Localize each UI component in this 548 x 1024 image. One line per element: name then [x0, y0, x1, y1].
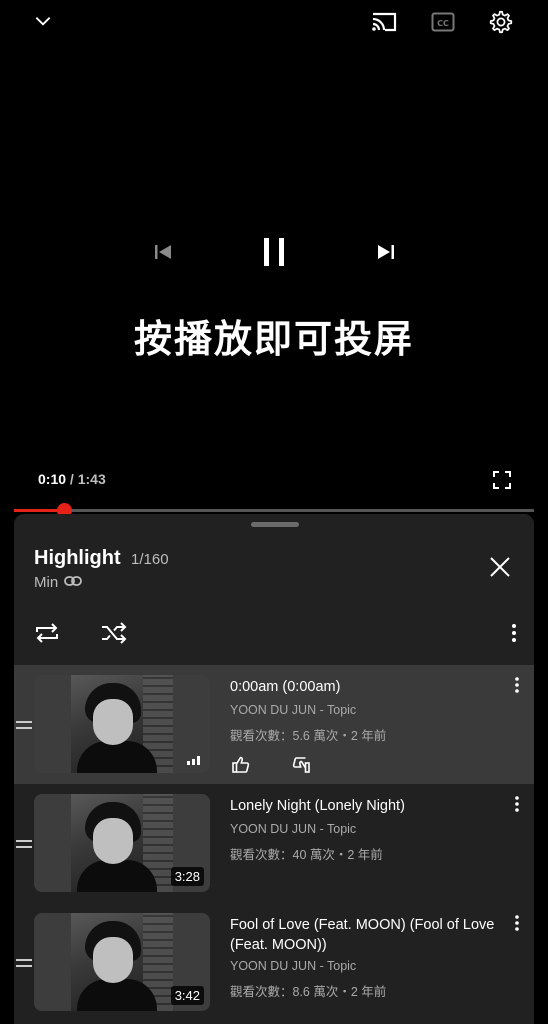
svg-text:CC: CC [437, 19, 449, 28]
fullscreen-icon[interactable] [490, 468, 514, 492]
duration-badge: 3:42 [170, 986, 204, 1005]
video-meta: 觀看次數：40 萬次・2 年前 [230, 848, 383, 862]
loop-icon[interactable] [32, 618, 62, 648]
video-thumbnail[interactable]: 3:42 [34, 913, 210, 1011]
current-time: 0:10 [38, 471, 67, 487]
playlist-position: 1/160 [131, 551, 169, 568]
playlist-item[interactable]: 3:28 Lonely Night (Lonely Night) YOON DU… [14, 784, 534, 903]
drag-reorder-icon[interactable] [16, 717, 32, 735]
dislike-icon[interactable] [290, 754, 312, 776]
drag-reorder-icon[interactable] [16, 955, 32, 973]
video-meta: 觀看次數：8.6 萬次・2 年前 [230, 985, 387, 999]
previous-icon[interactable] [150, 240, 176, 264]
duration-badge: 3:28 [170, 867, 204, 886]
video-channel: YOON DU JUN - Topic [230, 959, 357, 973]
thumbnail-image [71, 675, 173, 773]
cast-icon[interactable] [368, 8, 400, 36]
time-display: 0:10 / 1:43 [38, 471, 106, 487]
more-vert-icon[interactable] [514, 796, 520, 817]
cast-hint-text: 按播放即可投屏 [133, 317, 414, 361]
time-separator: / [66, 471, 78, 487]
playlist-item[interactable]: 0:00am (0:00am) YOON DU JUN - Topic 觀看次數… [14, 665, 534, 784]
playlist-panel: Highlight 1/160 Min 0:00am (0:00am) YOON… [14, 514, 534, 1024]
video-title[interactable]: 0:00am (0:00am) [230, 677, 512, 697]
video-player[interactable]: CC 按播放即可投屏 0:10 / 1:43 [0, 0, 548, 518]
playlist-item[interactable]: 3:42 Fool of Love (Feat. MOON) (Fool of … [14, 903, 534, 1022]
video-thumbnail[interactable] [34, 675, 210, 773]
drag-handle[interactable] [251, 522, 299, 527]
video-title[interactable]: Fool of Love (Feat. MOON) (Fool of Love … [230, 915, 512, 955]
now-playing-icon [187, 756, 200, 765]
video-meta: 觀看次數：5.6 萬次・2 年前 [230, 729, 387, 743]
playlist-owner-name: Min [34, 574, 59, 591]
more-vert-icon[interactable] [514, 677, 520, 698]
chevron-down-icon[interactable] [30, 8, 56, 34]
more-vert-icon[interactable] [514, 915, 520, 936]
close-icon[interactable] [485, 552, 515, 582]
captions-icon[interactable]: CC [429, 10, 457, 34]
playlist-title: Highlight [34, 547, 121, 569]
duration: 1:43 [77, 471, 106, 487]
drag-reorder-icon[interactable] [16, 836, 32, 854]
video-channel: YOON DU JUN - Topic [230, 822, 357, 836]
link-icon [64, 574, 83, 591]
video-thumbnail[interactable]: 3:28 [34, 794, 210, 892]
thumbnail-image [71, 913, 173, 1011]
pause-icon[interactable] [259, 234, 289, 270]
progress-bar[interactable] [14, 503, 534, 518]
playlist-owner: Min [34, 574, 83, 591]
video-title[interactable]: Lonely Night (Lonely Night) [230, 796, 512, 816]
like-icon[interactable] [230, 754, 252, 776]
video-channel: YOON DU JUN - Topic [230, 703, 357, 717]
settings-icon[interactable] [486, 7, 516, 37]
next-icon[interactable] [373, 240, 399, 264]
shuffle-icon[interactable] [99, 618, 129, 648]
thumbnail-image [71, 794, 173, 892]
more-vert-icon[interactable] [504, 621, 524, 645]
